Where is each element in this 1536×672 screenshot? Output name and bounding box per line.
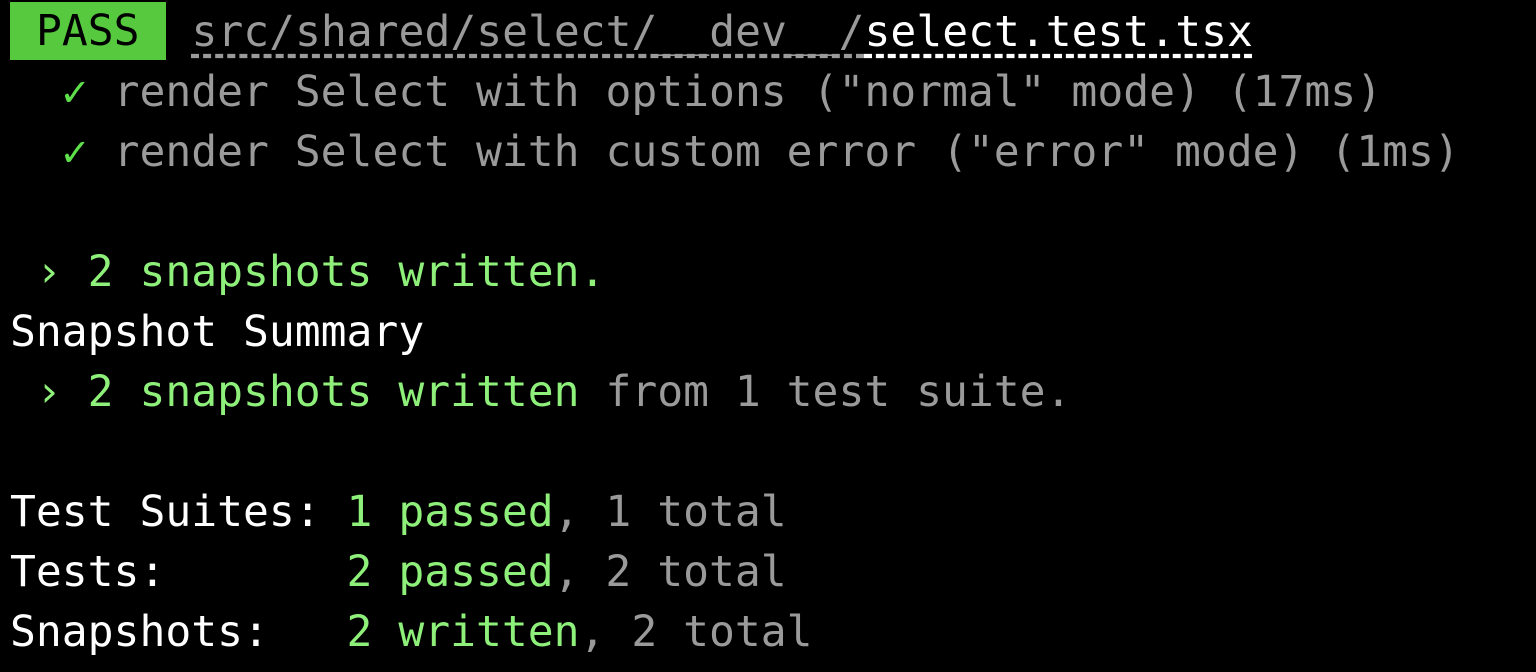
chevron-right-icon: › — [10, 247, 88, 297]
snapshot-summary-title: Snapshot Summary — [10, 307, 425, 357]
snapshots-written-line: › 2 snapshots written. — [10, 242, 1530, 302]
snapshot-summary-line: › 2 snapshots written from 1 test suite. — [10, 362, 1530, 422]
test-result-row: ✓ render Select with custom error ("erro… — [10, 122, 1530, 182]
test-result-text: render Select with options ("normal" mod… — [113, 67, 1383, 117]
chevron-right-icon: › — [10, 367, 88, 417]
test-file-name[interactable]: select.test.tsx — [865, 7, 1253, 57]
test-file-directory[interactable]: src/shared/select/__dev__/ — [191, 7, 864, 57]
test-file-header: PASS src/shared/select/__dev__/select.te… — [10, 2, 1530, 62]
stat-value: 2 written — [346, 607, 580, 657]
stat-row-tests: Tests: 2 passed, 2 total — [10, 542, 1530, 602]
check-icon: ✓ — [61, 67, 88, 117]
stat-value: 2 passed — [346, 547, 554, 597]
stat-total: , 1 total — [553, 487, 787, 537]
stat-label: Snapshots: — [10, 607, 347, 657]
snapshots-written-text: 2 snapshots written. — [87, 247, 606, 297]
snapshot-summary-rest: from 1 test suite. — [579, 367, 1072, 417]
stat-value: 1 passed — [346, 487, 554, 537]
terminal-output: PASS src/shared/select/__dev__/select.te… — [10, 2, 1530, 662]
snapshot-summary-highlight: 2 snapshots written — [87, 367, 580, 417]
pass-badge: PASS — [10, 2, 166, 60]
stat-row-snapshots: Snapshots: 2 written, 2 total — [10, 602, 1530, 662]
stat-label: Test Suites: — [10, 487, 347, 537]
test-result-row: ✓ render Select with options ("normal" m… — [10, 62, 1530, 122]
stat-total: , 2 total — [553, 547, 787, 597]
stat-total: , 2 total — [579, 607, 813, 657]
test-result-text: render Select with custom error ("error"… — [113, 127, 1460, 177]
stat-label: Tests: — [10, 547, 347, 597]
check-icon: ✓ — [61, 127, 88, 177]
stat-row-test-suites: Test Suites: 1 passed, 1 total — [10, 482, 1530, 542]
